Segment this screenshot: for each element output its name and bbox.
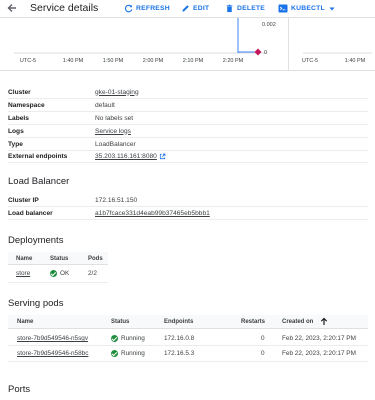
kubectl-menu-button[interactable]: KUBECTL <box>278 4 339 13</box>
x-tick-label: 2:20 PM <box>222 58 244 64</box>
detail-value: LoadBalancer <box>95 140 136 148</box>
detail-row-namespace: Namespace default <box>8 99 368 112</box>
x-tick-label: 1:50 PM <box>102 58 124 64</box>
deployments-heading: Deployments <box>8 235 64 246</box>
x-tick-label: 2:10 PM <box>182 58 204 64</box>
refresh-button[interactable]: REFRESH <box>124 4 170 13</box>
detail-key: Cluster IP <box>8 196 39 204</box>
row-divider <box>8 282 108 283</box>
status-text: OK <box>60 270 70 277</box>
detail-row-logs: Logs Service logs <box>8 125 368 138</box>
back-arrow-icon[interactable] <box>6 2 18 14</box>
dropdown-arrow-icon <box>329 7 335 10</box>
load-balancer-link[interactable]: a1b7fcace331d4eab99b37465eb5bbb1 <box>95 210 210 217</box>
detail-value: 172.16.51.150 <box>95 196 138 204</box>
detail-row-cluster: Cluster gke-01-staging <box>8 86 368 99</box>
detail-value: No labels set <box>95 114 134 122</box>
deployment-status: OK <box>50 270 69 277</box>
x-tick-label-2: 1:40 PM <box>344 58 366 64</box>
column-header: Name <box>17 319 34 325</box>
cluster-link[interactable]: gke-01-staging <box>95 89 139 96</box>
ports-heading: Ports <box>8 384 31 395</box>
detail-key: Cluster <box>8 88 31 96</box>
sort-ascending-arrow-icon[interactable] <box>320 317 328 326</box>
row-divider <box>8 361 368 362</box>
detail-row-external-endpoints: External endpoints 35.203.116.161:8080 <box>8 150 368 163</box>
deployment-name-link[interactable]: store <box>16 270 30 277</box>
mini-value: 0 <box>264 50 268 56</box>
detail-key: Labels <box>8 114 29 122</box>
check-circle-icon <box>111 335 118 342</box>
pod-created-on: Feb 22, 2023, 2:20:17 PM <box>282 350 356 357</box>
pod-created-on: Feb 22, 2023, 2:20:17 PM <box>282 335 356 342</box>
trash-icon <box>226 4 233 13</box>
terminal-icon <box>278 4 288 13</box>
metrics-chart: 0.002 0 UTC-5 1:40 PM 1:50 PM 2:00 PM 2:… <box>0 18 375 70</box>
page-title: Service details <box>30 2 99 14</box>
pod-restarts: 0 <box>261 350 265 357</box>
edit-button[interactable]: EDIT <box>181 4 209 13</box>
pod-status: Running <box>111 350 145 357</box>
column-header: Pods <box>88 256 103 262</box>
detail-key: Namespace <box>8 101 45 109</box>
chart-divider <box>0 70 375 71</box>
status-text: Running <box>121 335 145 342</box>
detail-row-load-balancer: Load balancer a1b7fcace331d4eab99b37465e… <box>8 207 368 220</box>
refresh-label: REFRESH <box>136 5 170 12</box>
column-header: Status <box>111 319 130 325</box>
x-tick-label: 2:00 PM <box>142 58 164 64</box>
refresh-icon <box>124 4 133 13</box>
detail-key: Logs <box>8 127 24 135</box>
delete-label: DELETE <box>237 5 266 12</box>
pencil-icon <box>182 5 189 12</box>
delete-button[interactable]: DELETE <box>225 4 265 13</box>
axis-timezone: UTC-5 <box>19 58 37 64</box>
detail-key: External endpoints <box>8 152 68 160</box>
check-circle-icon <box>111 350 118 357</box>
column-header: Name <box>16 256 33 262</box>
column-header-sorted[interactable]: Created on <box>282 319 313 325</box>
detail-key: Load balancer <box>8 209 53 217</box>
open-in-new-icon[interactable] <box>159 153 166 160</box>
x-tick-label: 1:40 PM <box>62 58 84 64</box>
pod-endpoint: 172.16.5.3 <box>164 350 195 357</box>
column-header: Status <box>50 256 69 262</box>
panel-divider <box>288 18 289 70</box>
external-endpoint-link[interactable]: 35.203.116.161:8080 <box>95 153 157 160</box>
pod-name-link[interactable]: store-7b9d549546-n5sgv <box>17 335 88 342</box>
check-circle-icon <box>50 270 57 277</box>
kubectl-label: KUBECTL <box>291 5 325 12</box>
pod-name-link[interactable]: store-7b9d549546-n58bc <box>17 350 88 357</box>
pod-endpoint: 172.16.0.8 <box>164 335 195 342</box>
page-header: Service details REFRESH EDIT DELETE KUBE… <box>0 0 375 18</box>
pod-restarts: 0 <box>261 335 265 342</box>
column-header: Restarts <box>241 319 266 325</box>
detail-value: default <box>95 101 115 109</box>
serving-pods-heading: Serving pods <box>8 298 64 309</box>
edit-label: EDIT <box>193 5 210 12</box>
chart-value-label: 0.002 <box>262 22 276 28</box>
column-header: Endpoints <box>164 319 194 325</box>
row-divider <box>8 345 368 346</box>
detail-key: Type <box>8 140 23 148</box>
deployment-pods: 2/2 <box>88 270 97 277</box>
axis-timezone-2: UTC-5 <box>301 58 319 64</box>
detail-row-labels: Labels No labels set <box>8 112 368 125</box>
status-text: Running <box>121 350 145 357</box>
pod-status: Running <box>111 335 145 342</box>
service-logs-link[interactable]: Service logs <box>95 128 131 135</box>
detail-row-cluster-ip: Cluster IP 172.16.51.150 <box>8 194 368 207</box>
load-balancer-heading: Load Balancer <box>8 176 70 187</box>
data-point-marker <box>254 48 262 56</box>
